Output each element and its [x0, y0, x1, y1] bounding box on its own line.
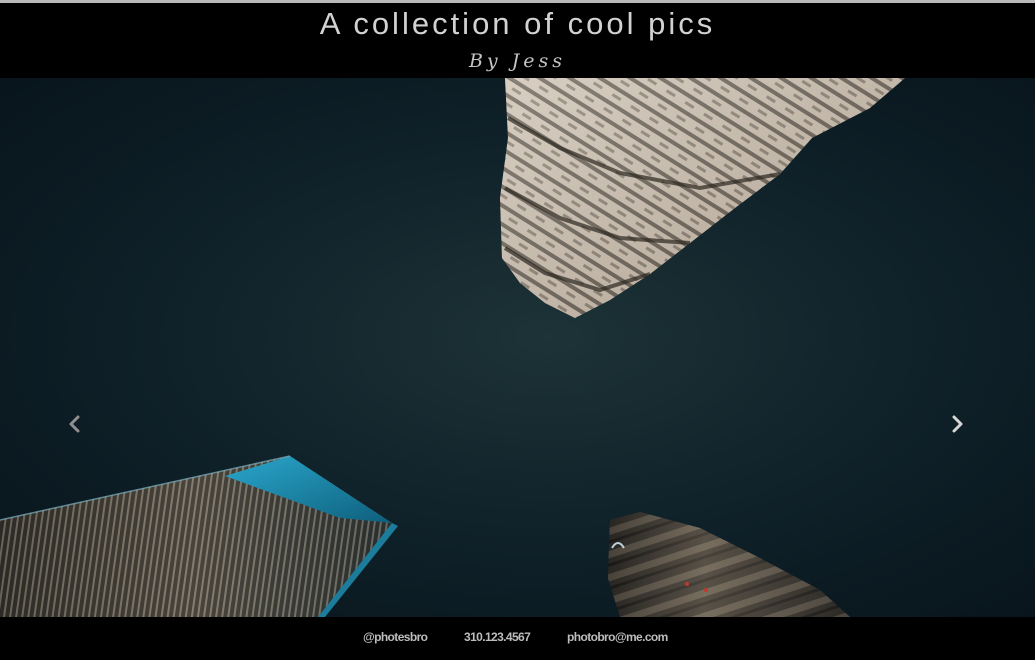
chevron-right-icon: [952, 415, 963, 433]
photo-slideshow: [0, 78, 1035, 617]
email-link[interactable]: photobro@me.com: [567, 629, 668, 645]
page-title: A collection of cool pics: [319, 6, 716, 41]
slide-photo: [0, 78, 1035, 617]
phone-number: 310.123.4567: [464, 630, 531, 644]
chevron-left-icon: [69, 415, 80, 433]
site-footer: @photesbro 310.123.4567 photobro@me.com: [0, 617, 1035, 660]
next-slide-button[interactable]: [945, 412, 969, 436]
site-header: A collection of cool pics By Jess: [0, 3, 1035, 78]
previous-slide-button[interactable]: [63, 412, 87, 436]
author-byline: By Jess: [468, 50, 567, 72]
social-handle-link[interactable]: @photesbro: [363, 629, 428, 645]
